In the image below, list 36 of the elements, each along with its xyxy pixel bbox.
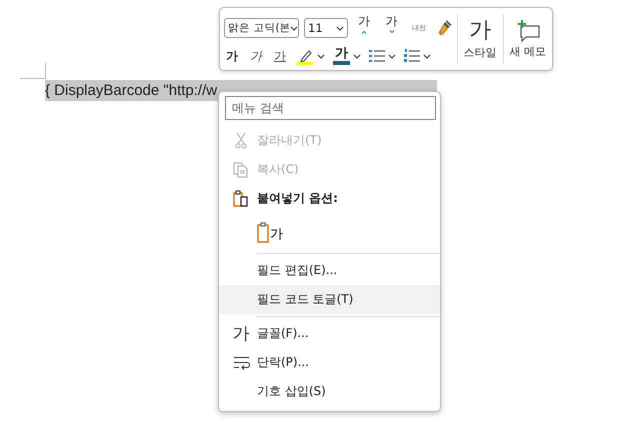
- margin-corner-mark: [20, 63, 46, 79]
- chevron-down-icon[interactable]: [388, 54, 396, 59]
- menu-item[interactable]: 기호 삽입(S): [219, 377, 440, 406]
- shrink-font-button[interactable]: 가: [380, 12, 404, 44]
- menu-item[interactable]: 필드 편집(E)...: [219, 256, 440, 285]
- bold-button[interactable]: 가: [224, 48, 240, 65]
- underline-button[interactable]: 가: [272, 48, 288, 65]
- font-size-dropdown[interactable]: 11: [304, 18, 348, 38]
- chevron-down-icon[interactable]: [423, 54, 431, 59]
- keep-text-only-paste-button[interactable]: 가: [257, 221, 283, 243]
- styles-button[interactable]: 가 스타일: [462, 8, 498, 70]
- clipboard-icon: [233, 190, 249, 207]
- menu-item[interactable]: 단락(P)...: [219, 348, 440, 377]
- field-code-text: { DisplayBarcode "http://w: [45, 80, 218, 101]
- paragraph-icon: [232, 356, 250, 370]
- numbered-list-icon[interactable]: [404, 49, 420, 64]
- grow-font-button[interactable]: 가: [352, 12, 376, 44]
- chevron-down-icon: [336, 26, 344, 31]
- copy-icon: [233, 162, 249, 178]
- new-comment-button[interactable]: 새 메모: [507, 8, 548, 70]
- chevron-down-icon: [290, 26, 298, 31]
- caret-down-icon: [389, 30, 396, 34]
- chevron-down-icon[interactable]: [317, 54, 325, 59]
- font-glyph-icon: 가: [232, 322, 250, 345]
- menu-item[interactable]: 필드 코드 토글(T): [219, 285, 440, 314]
- paste-options-heading: 붙여넣기 옵션:: [257, 190, 338, 207]
- comment-add-icon: [516, 20, 540, 42]
- font-name-dropdown[interactable]: 맑은 고딕(본: [224, 18, 300, 38]
- font-color-button[interactable]: 가: [333, 47, 350, 66]
- menu-search-field[interactable]: 메뉴 검색: [225, 96, 436, 120]
- italic-button[interactable]: 가: [248, 48, 264, 65]
- chevron-down-icon[interactable]: [353, 54, 361, 59]
- caret-up-icon: [361, 30, 368, 34]
- menu-item[interactable]: 가 글꼴(F)...: [219, 319, 440, 348]
- scissors-icon: [235, 132, 247, 148]
- bullet-list-icon[interactable]: [369, 49, 385, 64]
